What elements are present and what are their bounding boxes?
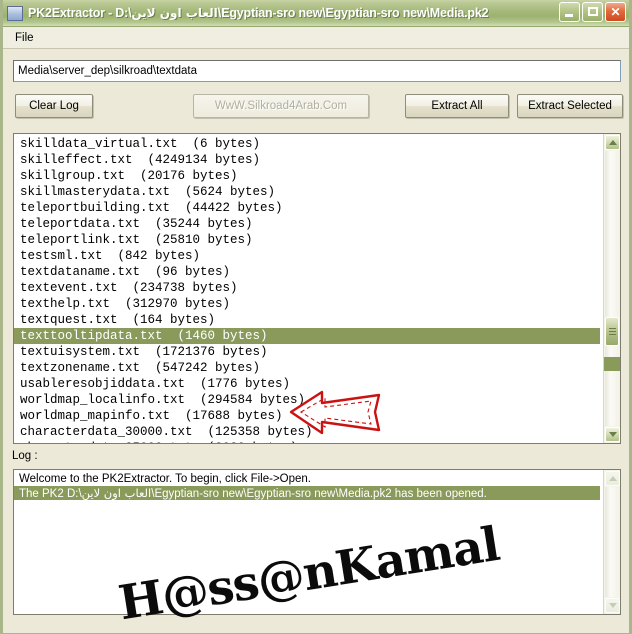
- chevron-up-icon: [608, 476, 617, 481]
- chevron-up-icon: [608, 140, 617, 145]
- file-list-item[interactable]: textdataname.txt (96 bytes): [17, 264, 603, 280]
- window-controls: ✕: [559, 2, 626, 22]
- path-input[interactable]: Media\server_dep\silkroad\textdata: [13, 60, 621, 82]
- file-list-scroll-thumb[interactable]: [605, 317, 619, 346]
- extract-all-button[interactable]: Extract All: [405, 94, 509, 118]
- close-button[interactable]: ✕: [605, 2, 626, 22]
- scroll-up-button[interactable]: [605, 135, 620, 150]
- file-list-item[interactable]: skillmasterydata.txt (5624 bytes): [17, 184, 603, 200]
- log-panel[interactable]: Welcome to the PK2Extractor. To begin, c…: [13, 469, 621, 615]
- title-bar: PK2Extractor - D:\العاب اون لاين\Egyptia…: [3, 0, 629, 27]
- file-list-item[interactable]: teleportbuilding.txt (44422 bytes): [17, 200, 603, 216]
- clear-log-button[interactable]: Clear Log: [15, 94, 93, 118]
- file-list-item[interactable]: testsml.txt (842 bytes): [17, 248, 603, 264]
- file-list-item[interactable]: skilldata_virtual.txt (6 bytes): [17, 136, 603, 152]
- file-list-item[interactable]: textuisystem.txt (1721376 bytes): [17, 344, 603, 360]
- file-list-rows: skilldata_virtual.txt (6 bytes) skilleffe…: [14, 134, 603, 443]
- log-scrollbar[interactable]: [603, 470, 620, 614]
- extract-selected-button[interactable]: Extract Selected: [517, 94, 623, 118]
- application-root: PK2Extractor - D:\العاب اون لاين\Egyptia…: [0, 0, 632, 634]
- log-line-prefix: The PK2 D:\: [19, 488, 82, 500]
- window-title: PK2Extractor - D:\العاب اون لاين\Egyptia…: [28, 6, 629, 20]
- path-input-value: Media\server_dep\silkroad\textdata: [18, 65, 197, 77]
- log-scroll-up-button[interactable]: [605, 471, 620, 486]
- log-line-arabic: العاب اون لاين: [81, 486, 152, 500]
- log-line-suffix: \Egyptian-sro new\Egyptian-sro new\Media…: [151, 488, 487, 500]
- log-line: Welcome to the PK2Extractor. To begin, c…: [17, 472, 603, 486]
- file-list[interactable]: skilldata_virtual.txt (6 bytes) skilleffe…: [13, 133, 621, 444]
- file-list-item[interactable]: worldmap_mapinfo.txt (17688 bytes): [17, 408, 603, 424]
- log-line: The PK2 D:\العاب اون لاين\Egyptian-sro n…: [14, 486, 600, 500]
- toolbar: Clear Log WwW.Silkroad4Arab.Com Extract …: [3, 94, 632, 120]
- maximize-icon: [588, 7, 598, 16]
- chevron-down-icon: [608, 603, 617, 608]
- site-label-button: WwW.Silkroad4Arab.Com: [193, 94, 369, 118]
- file-list-item[interactable]: skillgroup.txt (20176 bytes): [17, 168, 603, 184]
- maximize-button[interactable]: [582, 2, 603, 22]
- file-list-scroll-track[interactable]: [604, 151, 620, 426]
- log-line-prefix: Welcome to the PK2Extractor. To begin, c…: [19, 473, 312, 485]
- menu-bar: File: [3, 27, 629, 49]
- file-list-item[interactable]: texthelp.txt (312970 bytes): [17, 296, 603, 312]
- main-window: PK2Extractor - D:\العاب اون لاين\Egyptia…: [0, 0, 632, 634]
- scroll-down-button[interactable]: [605, 427, 620, 442]
- file-list-item[interactable]: textquest.txt (164 bytes): [17, 312, 603, 328]
- file-list-item[interactable]: worldmap_localinfo.txt (294584 bytes): [17, 392, 603, 408]
- file-list-item[interactable]: skilleffect.txt (4249134 bytes): [17, 152, 603, 168]
- minimize-icon: [565, 14, 573, 17]
- client-area: Media\server_dep\silkroad\textdata Clear…: [3, 49, 629, 633]
- file-list-item[interactable]: teleportdata.txt (35244 bytes): [17, 216, 603, 232]
- grip-icon: [608, 328, 616, 335]
- file-list-item[interactable]: characterdata_35000.txt (2030 bytes): [17, 440, 603, 443]
- file-list-item[interactable]: characterdata_30000.txt (125358 bytes): [17, 424, 603, 440]
- file-list-item[interactable]: teleportlink.txt (25810 bytes): [17, 232, 603, 248]
- log-scroll-track[interactable]: [605, 487, 619, 597]
- window-title-arabic: العاب اون لاين: [131, 6, 218, 20]
- close-icon: ✕: [610, 5, 621, 19]
- file-list-scrollbar[interactable]: [603, 134, 620, 443]
- file-list-item[interactable]: textevent.txt (234738 bytes): [17, 280, 603, 296]
- menu-item-file[interactable]: File: [10, 30, 39, 46]
- window-title-suffix: \Egyptian-sro new\Egyptian-sro new\Media…: [217, 6, 489, 20]
- log-lines: Welcome to the PK2Extractor. To begin, c…: [14, 470, 603, 614]
- chevron-down-icon: [608, 432, 617, 437]
- file-list-item[interactable]: usableresobjiddata.txt (1776 bytes): [17, 376, 603, 392]
- minimize-button[interactable]: [559, 2, 580, 22]
- file-list-item[interactable]: textzonename.txt (547242 bytes): [17, 360, 603, 376]
- scroll-position-marker: [604, 357, 620, 371]
- log-scroll-down-button[interactable]: [605, 598, 620, 613]
- log-label: Log :: [12, 450, 38, 462]
- app-window-icon: [7, 5, 23, 21]
- window-title-prefix: PK2Extractor - D:\: [28, 6, 132, 20]
- file-list-item-selected[interactable]: texttooltipdata.txt (1460 bytes): [14, 328, 600, 344]
